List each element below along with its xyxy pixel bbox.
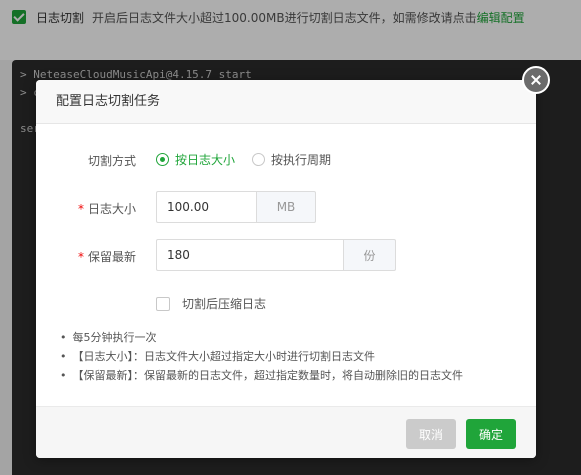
log-size-unit: MB xyxy=(256,191,316,223)
log-size-group: MB xyxy=(156,191,316,223)
radio-by-period-label: 按执行周期 xyxy=(271,153,332,167)
note-item: 【日志大小】：日志文件大小超过指定大小时进行切割日志文件 xyxy=(60,347,520,366)
confirm-button[interactable]: 确定 xyxy=(466,419,516,449)
compress-label: 切割后压缩日志 xyxy=(182,297,267,311)
keep-latest-group: 份 xyxy=(156,239,396,271)
cut-mode-label: 切割方式 xyxy=(87,154,136,168)
dialog-title: 配置日志切割任务 xyxy=(36,80,536,124)
keep-latest-unit: 份 xyxy=(343,239,396,271)
required-mark: * xyxy=(77,250,84,264)
log-size-label: * 日志大小 xyxy=(36,200,136,217)
radio-by-period[interactable]: 按执行周期 xyxy=(252,151,331,168)
cancel-button[interactable]: 取消 xyxy=(406,419,456,449)
compress-checkbox[interactable]: 切割后压缩日志 xyxy=(156,295,266,312)
keep-latest-label-text: 保留最新 xyxy=(87,250,136,264)
dialog-footer: 取消 确定 xyxy=(36,406,536,458)
checkbox-icon xyxy=(156,296,170,311)
required-mark: * xyxy=(77,202,84,216)
log-cut-dialog: 配置日志切割任务 切割方式 按日志大小 按执行周期 *日志大小 MB *保留最新… xyxy=(36,66,550,458)
radio-by-size[interactable]: 按日志大小 xyxy=(156,151,235,168)
keep-latest-input[interactable] xyxy=(156,239,343,271)
radio-by-size-label: 按日志大小 xyxy=(175,153,236,167)
note-item: 【保留最新】：保留最新的日志文件，超过指定数量时，将自动删除旧的日志文件 xyxy=(60,366,520,385)
radio-checked-icon xyxy=(156,153,169,166)
log-size-input[interactable] xyxy=(156,191,256,223)
close-icon[interactable] xyxy=(522,66,550,94)
note-item: 每5分钟执行一次 xyxy=(60,328,520,347)
log-size-label-text: 日志大小 xyxy=(87,202,136,216)
help-notes: 每5分钟执行一次 【日志大小】：日志文件大小超过指定大小时进行切割日志文件 【保… xyxy=(60,328,520,385)
keep-latest-label: * 保留最新 xyxy=(36,248,136,265)
radio-unchecked-icon xyxy=(252,153,265,166)
